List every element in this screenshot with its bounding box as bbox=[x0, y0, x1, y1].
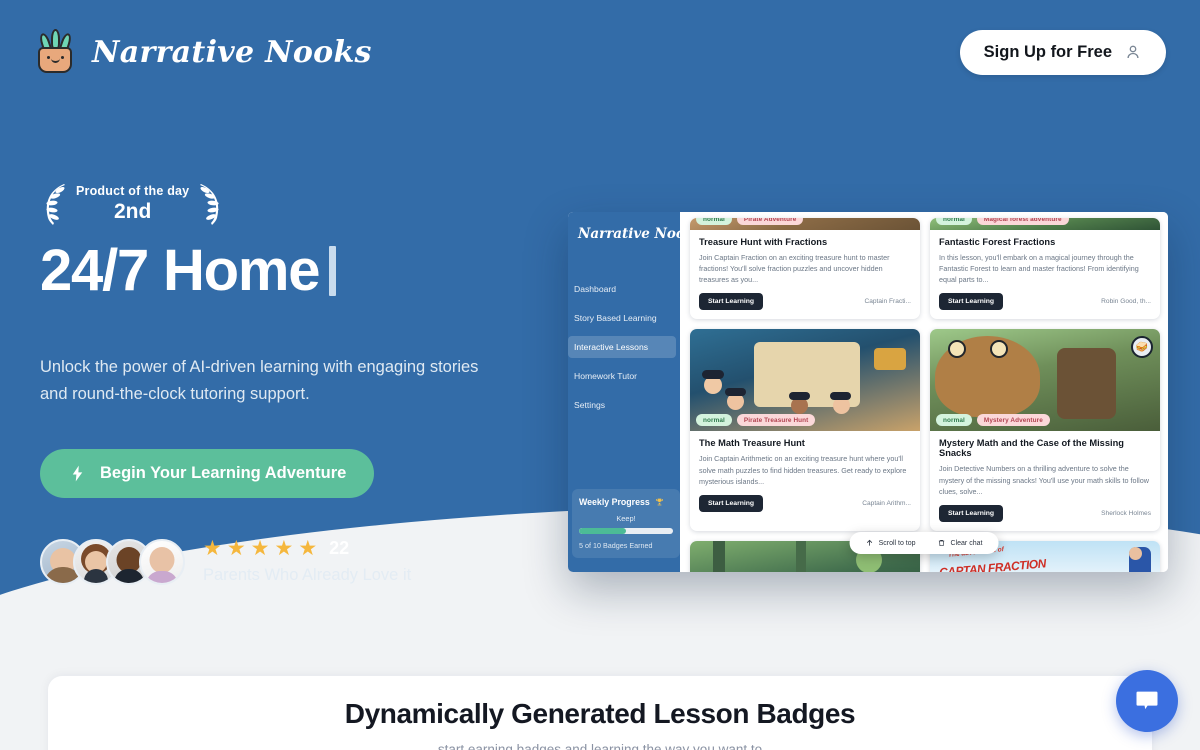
brand[interactable]: Narrative Nooks bbox=[34, 29, 372, 75]
lesson-card-title: Treasure Hunt with Fractions bbox=[699, 237, 828, 247]
app-preview-panel: Narrative Nooks Dashboard Story Based Le… bbox=[568, 212, 1168, 572]
hero-title-text: 24/7 Home bbox=[40, 238, 321, 303]
badge-theme: Pirate Treasure Hunt bbox=[736, 414, 816, 427]
chat-bubble-icon bbox=[1136, 691, 1158, 710]
site-header: Narrative Nooks Sign Up for Free bbox=[0, 0, 1200, 104]
social-proof: ★ ★ ★ ★ ★ 22 Parents Who Already Love it bbox=[40, 538, 560, 585]
badge-level: normal bbox=[696, 218, 732, 225]
lesson-card-title: Fantastic Forest Fractions bbox=[939, 237, 1056, 247]
lesson-card[interactable]: 🥪 normal Mystery Adventure Mystery Math … bbox=[930, 329, 1160, 531]
start-learning-button[interactable]: Start Learning bbox=[939, 293, 1004, 311]
scroll-to-top-label: Scroll to top bbox=[878, 539, 916, 547]
lesson-card[interactable]: normal Pirate Adventure Treasure Hunt wi… bbox=[690, 218, 920, 320]
begin-learning-button[interactable]: Begin Your Learning Adventure bbox=[40, 449, 375, 499]
badge-theme: Magical forest adventure bbox=[976, 218, 1069, 225]
rating-label: Parents Who Already Love it bbox=[203, 566, 412, 585]
app-sidebar: Narrative Nooks Dashboard Story Based Le… bbox=[568, 212, 680, 572]
hero-subtitle: Unlock the power of AI-driven learning w… bbox=[40, 357, 479, 403]
sign-up-button[interactable]: Sign Up for Free bbox=[959, 29, 1166, 75]
lesson-card-title: Mystery Math and the Case of the Missing… bbox=[939, 438, 1124, 459]
trophy-icon bbox=[655, 498, 663, 506]
lesson-card[interactable]: normal Magical forest adventure Fantasti… bbox=[930, 218, 1160, 320]
sidebar-item-story-based-learning[interactable]: Story Based Learning bbox=[568, 307, 676, 329]
lesson-card[interactable]: normal Pirate Treasure Hunt The Math Tre… bbox=[690, 329, 920, 531]
trash-icon bbox=[938, 540, 945, 546]
brand-name: Narrative Nooks bbox=[92, 34, 372, 70]
badge-level: normal bbox=[936, 414, 972, 427]
app-main-content: normal Pirate Adventure Treasure Hunt wi… bbox=[680, 212, 1168, 572]
start-learning-button[interactable]: Start Learning bbox=[699, 293, 764, 311]
start-learning-button[interactable]: Start Learning bbox=[939, 504, 1004, 522]
arrow-up-icon bbox=[866, 539, 873, 546]
start-learning-button[interactable]: Start Learning bbox=[699, 494, 764, 512]
avatar-group bbox=[40, 538, 185, 585]
scroll-to-top-button[interactable]: Scroll to top bbox=[866, 539, 916, 547]
laurel-wreath-icon-right bbox=[200, 184, 219, 225]
award-badge: Product of the day 2nd bbox=[40, 175, 560, 233]
star-icon: ★ bbox=[274, 537, 294, 561]
lesson-card-description: In this lesson, you'll embark on a magic… bbox=[939, 253, 1139, 285]
typing-caret bbox=[329, 246, 337, 297]
badges-section-subtitle: start earning badges and learning the wa… bbox=[437, 742, 763, 750]
floating-actions-bar: Scroll to top Clear chat bbox=[849, 532, 999, 554]
lesson-card-description: Join Captain Arithmetic on an exciting t… bbox=[699, 454, 907, 486]
lesson-card-author: Sherlock Holmes bbox=[1101, 509, 1151, 517]
lesson-card-title: The Math Treasure Hunt bbox=[699, 438, 805, 449]
app-nav: Dashboard Story Based Learning Interacti… bbox=[568, 278, 680, 416]
sign-up-label: Sign Up for Free bbox=[983, 42, 1112, 61]
award-top-label: Product of the day bbox=[76, 184, 190, 199]
star-icon: ★ bbox=[226, 537, 246, 561]
badge-level: normal bbox=[696, 414, 732, 427]
user-icon bbox=[1127, 45, 1139, 59]
clear-chat-label: Clear chat bbox=[950, 539, 983, 547]
weekly-progress-title: Weekly Progress bbox=[579, 497, 650, 507]
sprout-in-pot-icon bbox=[34, 29, 78, 75]
weekly-progress-card: Weekly Progress Keep! 5 of 10 Badges Ear… bbox=[572, 489, 680, 558]
progress-footer: 5 of 10 Badges Earned bbox=[579, 541, 653, 550]
lesson-card-author: Robin Good, th... bbox=[1101, 298, 1151, 306]
clear-chat-button[interactable]: Clear chat bbox=[938, 539, 983, 547]
landing-page: Narrative Nooks Sign Up for Free Product… bbox=[0, 0, 1200, 750]
rating-count: 22 bbox=[329, 538, 350, 559]
progress-bar-fill bbox=[579, 528, 626, 534]
app-brand-name: Narrative Nooks bbox=[578, 226, 680, 242]
award-rank: 2nd bbox=[114, 199, 152, 223]
sidebar-item-settings[interactable]: Settings bbox=[568, 394, 676, 416]
begin-learning-label: Begin Your Learning Adventure bbox=[100, 464, 347, 483]
sidebar-item-dashboard[interactable]: Dashboard bbox=[568, 278, 676, 300]
lesson-card-image: normal Pirate Adventure bbox=[690, 218, 920, 230]
lightning-bolt-icon bbox=[72, 465, 83, 482]
badge-level: normal bbox=[936, 218, 972, 225]
lesson-card-author: Captain Fracti... bbox=[864, 298, 911, 306]
hero-title: 24/7 Home bbox=[40, 238, 560, 303]
lesson-card-image: normal Pirate Treasure Hunt bbox=[690, 329, 920, 432]
lesson-card-image: 🥪 normal Mystery Adventure bbox=[930, 329, 1160, 432]
laurel-wreath-icon bbox=[46, 184, 65, 225]
badge-theme: Mystery Adventure bbox=[976, 414, 1050, 427]
chat-widget-button[interactable] bbox=[1116, 670, 1178, 732]
avatar bbox=[139, 538, 185, 585]
star-rating: ★ ★ ★ ★ ★ 22 bbox=[203, 538, 411, 559]
progress-note: Keep! bbox=[616, 514, 636, 523]
lesson-card-description: Join Detective Numbers on a thrilling ad… bbox=[939, 464, 1149, 496]
badges-section: Dynamically Generated Lesson Badges star… bbox=[48, 676, 1152, 750]
star-icon: ★ bbox=[250, 537, 270, 561]
progress-bar bbox=[579, 528, 673, 534]
lesson-card-description: Join Captain Fraction on an exciting tre… bbox=[699, 253, 890, 285]
lesson-card-grid: normal Pirate Adventure Treasure Hunt wi… bbox=[690, 218, 1160, 572]
hero-content: Product of the day 2nd 24/7 Home Unlock … bbox=[40, 175, 560, 585]
star-icon: ★ bbox=[298, 537, 318, 561]
star-icon: ★ bbox=[203, 537, 222, 561]
badges-section-title: Dynamically Generated Lesson Badges bbox=[344, 698, 856, 729]
lesson-card-image: normal Magical forest adventure bbox=[930, 218, 1160, 230]
lesson-card-author: Captain Arithm... bbox=[862, 499, 911, 507]
sidebar-item-homework-tutor[interactable]: Homework Tutor bbox=[568, 365, 676, 387]
badge-theme: Pirate Adventure bbox=[736, 218, 804, 225]
sidebar-item-interactive-lessons[interactable]: Interactive Lessons bbox=[568, 336, 676, 358]
